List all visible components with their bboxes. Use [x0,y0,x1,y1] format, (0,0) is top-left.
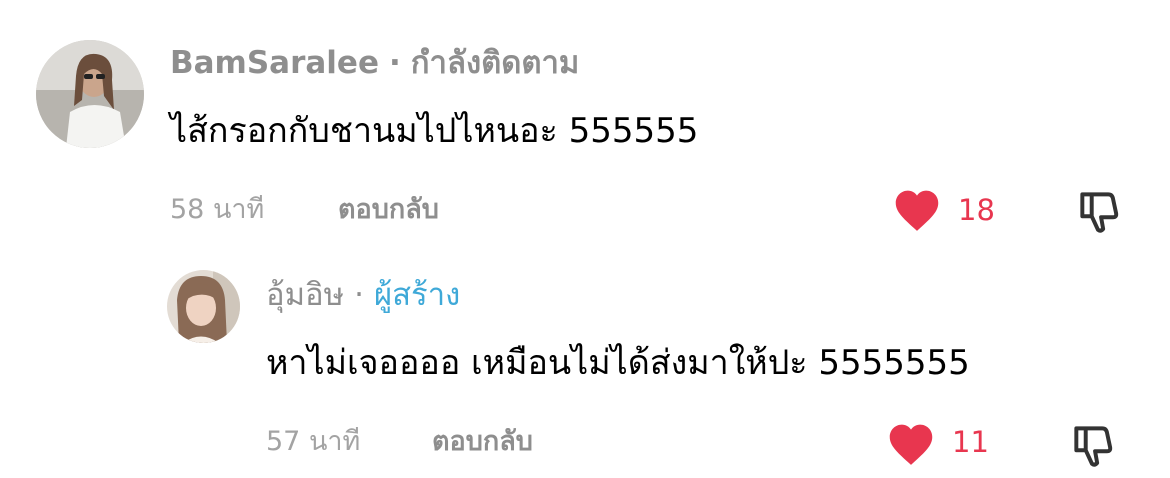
comment-text: ไส้กรอกกับชานมไปไหนอะ 555555 [170,111,699,151]
replier-username[interactable]: อุ้มอิษ [266,277,344,313]
username-separator: · [354,277,364,313]
follow-status: กำลังติดตาม [410,45,580,81]
commenter-username-line: BamSaralee · กำลังติดตาม [170,48,579,79]
replier-username-line: อุ้มอิษ · ผู้สร้าง [266,280,460,311]
reply-text: หาไม่เจออออ เหมือนไม่ได้ส่งมาให้ปะ 55555… [266,343,970,383]
reply-button[interactable]: ตอบกลับ [338,196,439,223]
thumbs-down-icon[interactable] [1068,420,1118,470]
reply-button[interactable]: ตอบกลับ [432,428,533,455]
heart-icon[interactable] [886,420,936,466]
like-count: 11 [952,425,989,459]
replier-avatar[interactable] [167,270,240,343]
comment-timestamp: 58 นาที [170,194,265,225]
commenter-avatar[interactable] [36,40,144,148]
creator-badge: ผู้สร้าง [373,277,461,313]
like-count: 18 [958,193,995,227]
reply-timestamp: 57 นาที [266,426,361,457]
username-separator: · [388,45,401,81]
commenter-username[interactable]: BamSaralee [170,45,379,81]
heart-icon[interactable] [892,186,942,232]
thumbs-down-icon[interactable] [1074,186,1124,236]
